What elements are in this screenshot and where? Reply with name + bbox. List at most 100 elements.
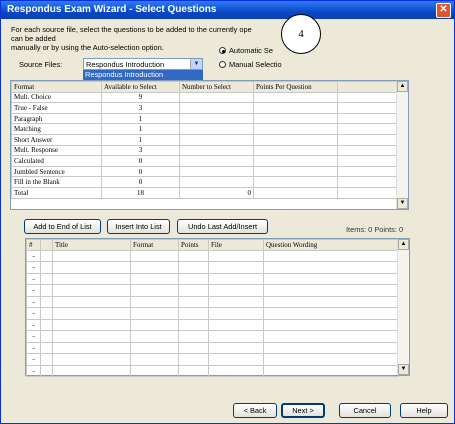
automatic-radio[interactable] — [219, 47, 226, 54]
selected-questions-grid: # Title Format Points File Question Word… — [25, 238, 410, 378]
available-cell: 9 — [101, 91, 180, 104]
number-cell[interactable] — [179, 123, 254, 135]
question-cell — [178, 284, 209, 297]
instructions-line2: manually or by using the Auto-selection … — [11, 43, 164, 52]
table-row[interactable]: - — [26, 330, 399, 343]
question-cell — [208, 318, 264, 332]
question-cell — [130, 364, 179, 378]
format-cell: Total — [11, 186, 102, 199]
summary-row: Mult. Choice 9 — [11, 91, 398, 104]
back-button[interactable]: < Back — [233, 403, 277, 418]
number-cell[interactable] — [179, 133, 254, 146]
number-cell[interactable] — [179, 91, 254, 104]
number-cell[interactable] — [179, 112, 254, 125]
summary-row: True - False 3 — [11, 102, 398, 114]
points-cell[interactable] — [253, 133, 338, 146]
row-marker: - — [26, 307, 41, 320]
question-cell — [263, 261, 399, 274]
points-cell[interactable] — [253, 112, 338, 125]
question-cell — [52, 261, 131, 274]
scroll-up-icon[interactable]: ▲ — [398, 239, 409, 250]
undo-last-button[interactable]: Undo Last Add/Insert — [177, 219, 268, 234]
insert-into-list-button[interactable]: Insert Into List — [107, 219, 170, 234]
dropdown-option[interactable]: Respondus Introduction — [83, 70, 203, 80]
available-cell: 0 — [101, 165, 180, 178]
points-cell[interactable] — [253, 91, 338, 104]
question-cell — [130, 272, 179, 286]
question-cell — [208, 295, 264, 309]
question-cell — [52, 364, 131, 378]
question-cell — [40, 307, 53, 320]
question-cell — [178, 261, 209, 274]
table-row[interactable]: - — [26, 364, 399, 378]
close-button[interactable]: ✕ — [436, 3, 451, 18]
question-cell — [208, 330, 264, 343]
cancel-button[interactable]: Cancel — [339, 403, 391, 418]
spacer-cell — [337, 155, 398, 167]
question-cell — [178, 364, 209, 378]
summary-scrollbar[interactable]: ▲ ▼ — [396, 81, 408, 209]
format-summary-body: Mult. Choice 9 True - False 3 Paragraph 1 Matc… — [11, 91, 398, 199]
question-cell — [208, 249, 264, 263]
col-number: Number to Select — [179, 81, 254, 93]
table-row[interactable]: - — [26, 295, 399, 309]
source-files-select[interactable]: Respondus Introduction ▼ — [83, 58, 203, 70]
question-cell — [178, 341, 209, 355]
points-cell[interactable] — [253, 165, 338, 178]
points-cell[interactable] — [253, 123, 338, 135]
next-button[interactable]: Next > — [281, 403, 325, 418]
question-cell — [52, 318, 131, 332]
row-marker: - — [26, 272, 41, 286]
number-cell[interactable]: 0 — [179, 186, 254, 199]
format-cell: Paragraph — [11, 112, 102, 125]
format-cell: Jumbled Sentence — [11, 165, 102, 178]
number-cell[interactable] — [179, 155, 254, 167]
number-cell[interactable] — [179, 176, 254, 188]
question-cell — [130, 341, 179, 355]
points-cell[interactable] — [253, 144, 338, 157]
col-format: Format — [11, 81, 102, 93]
table-row[interactable]: - — [26, 318, 399, 332]
summary-row: Matching 1 — [11, 123, 398, 135]
items-points-status: Items: 0 Points: 0 — [346, 225, 404, 234]
table-row[interactable]: - — [26, 353, 399, 366]
help-button[interactable]: Help — [400, 403, 448, 418]
question-cell — [40, 353, 53, 366]
row-marker: - — [26, 341, 41, 355]
question-cell — [263, 272, 399, 286]
scroll-down-icon[interactable]: ▼ — [397, 198, 408, 209]
question-cell — [178, 295, 209, 309]
selected-questions-table: # Title Format Points File Question Word… — [26, 239, 399, 378]
chevron-down-icon[interactable]: ▼ — [190, 59, 202, 69]
question-cell — [130, 318, 179, 332]
scroll-up-icon[interactable]: ▲ — [397, 81, 408, 92]
table-row[interactable]: - — [26, 249, 399, 263]
question-cell — [52, 284, 131, 297]
question-cell — [263, 330, 399, 343]
question-cell — [40, 284, 53, 297]
question-cell — [40, 330, 53, 343]
summary-row: Paragraph 1 — [11, 112, 398, 125]
spacer-cell — [337, 102, 398, 114]
table-row[interactable]: - — [26, 284, 399, 297]
table-row[interactable]: - — [26, 341, 399, 355]
points-cell[interactable] — [253, 102, 338, 114]
number-cell[interactable] — [179, 102, 254, 114]
table-row[interactable]: - — [26, 307, 399, 320]
scroll-down-icon[interactable]: ▼ — [398, 364, 409, 375]
manual-radio[interactable] — [219, 61, 226, 68]
points-cell[interactable] — [253, 176, 338, 188]
questions-scrollbar[interactable]: ▲ ▼ — [397, 239, 409, 375]
number-cell[interactable] — [179, 165, 254, 178]
spacer-cell — [337, 123, 398, 135]
format-cell: Matching — [11, 123, 102, 135]
table-row[interactable]: - — [26, 272, 399, 286]
points-cell[interactable] — [253, 186, 338, 199]
available-cell: 3 — [101, 102, 180, 114]
table-row[interactable]: - — [26, 261, 399, 274]
points-cell[interactable] — [253, 155, 338, 167]
question-cell — [52, 272, 131, 286]
add-to-end-button[interactable]: Add to End of List — [24, 219, 101, 234]
number-cell[interactable] — [179, 144, 254, 157]
question-cell — [52, 353, 131, 366]
